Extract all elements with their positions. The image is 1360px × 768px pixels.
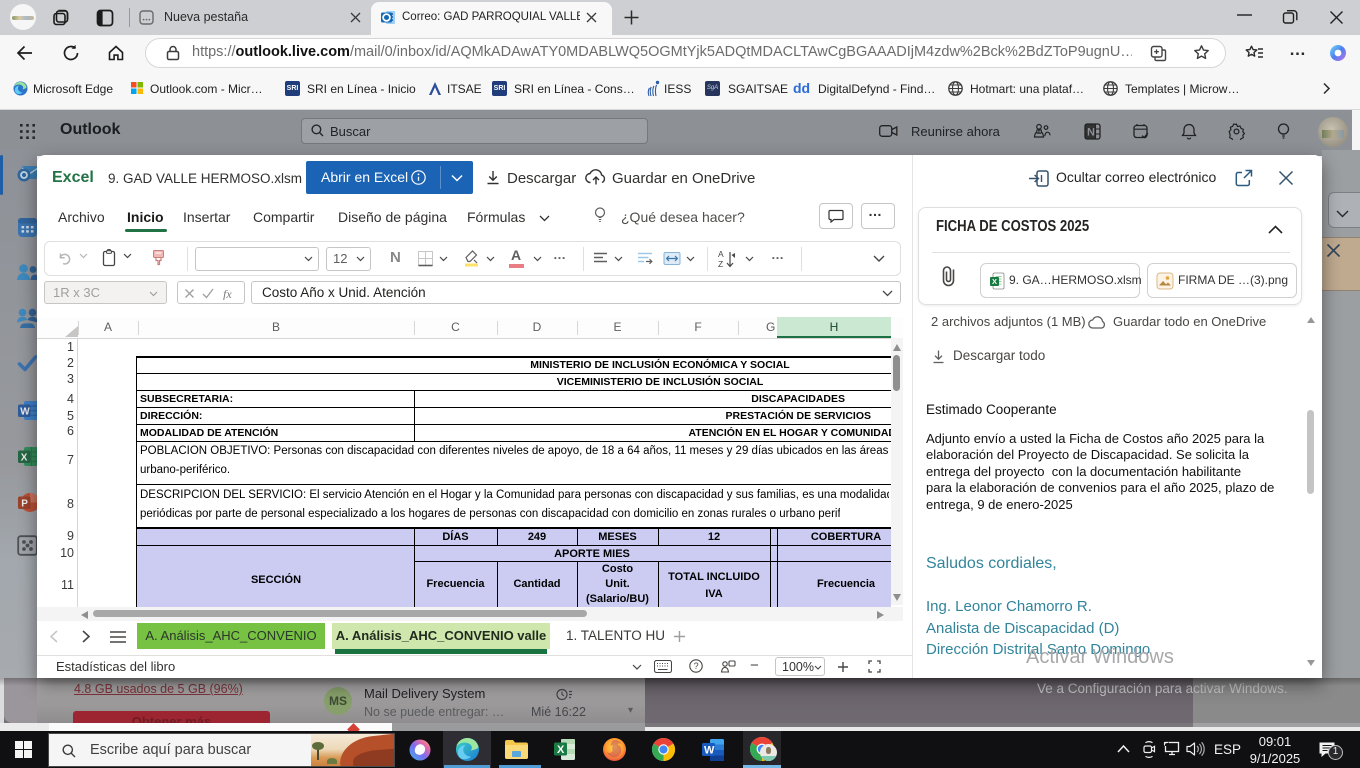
svg-text:N: N — [1087, 127, 1095, 139]
svg-text:X: X — [21, 452, 28, 463]
svg-text:fx: fx — [223, 287, 232, 300]
svg-text:?: ? — [694, 661, 699, 671]
svg-text:Z: Z — [718, 259, 723, 268]
svg-text:W: W — [20, 406, 30, 417]
svg-text:X: X — [992, 277, 997, 286]
svg-text:P: P — [21, 498, 28, 509]
svg-text:A: A — [718, 249, 724, 259]
svg-text:W: W — [704, 745, 715, 757]
svg-text:X: X — [557, 744, 565, 756]
